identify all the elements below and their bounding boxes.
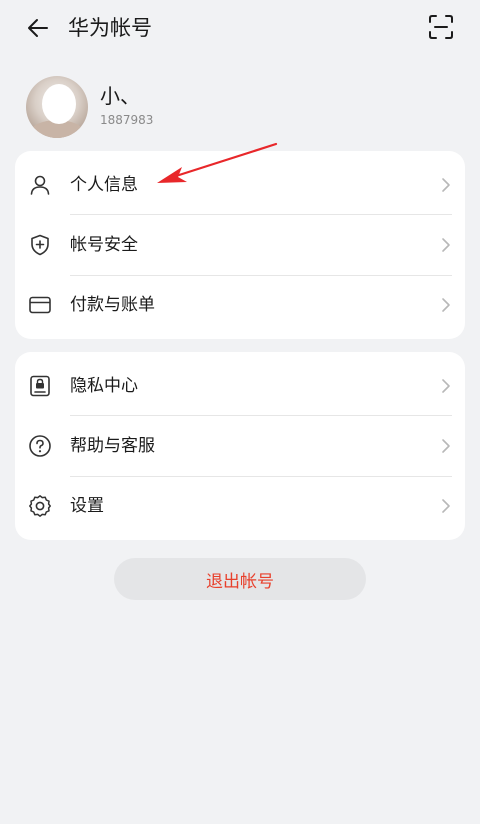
arrow-left-icon [28, 19, 48, 37]
chevron-right-icon [440, 438, 452, 454]
help-icon [28, 434, 52, 458]
card-icon [28, 293, 52, 317]
menu-item-settings[interactable]: 设置 [15, 476, 465, 536]
menu-item-payment-billing[interactable]: 付款与账单 [15, 275, 465, 335]
logout-label: 退出帐号 [206, 571, 274, 592]
profile-name: 小、 [100, 84, 140, 108]
account-settings-card: 个人信息 帐号安全 付款与账单 [15, 151, 465, 339]
avatar[interactable] [26, 76, 88, 138]
chevron-right-icon [440, 177, 452, 193]
page-title: 华为帐号 [68, 16, 152, 40]
chevron-right-icon [440, 297, 452, 313]
menu-item-label: 隐私中心 [70, 376, 138, 396]
back-button[interactable] [22, 12, 54, 44]
top-bar: 华为帐号 [0, 0, 480, 56]
profile-section[interactable]: 小、 1887983 [26, 76, 326, 140]
id-lock-icon [28, 374, 52, 398]
menu-item-label: 设置 [70, 496, 104, 516]
chevron-right-icon [440, 237, 452, 253]
profile-phone: 1887983 [100, 113, 154, 127]
person-icon [28, 173, 52, 197]
menu-item-account-security[interactable]: 帐号安全 [15, 215, 465, 275]
menu-item-help-support[interactable]: 帮助与客服 [15, 416, 465, 476]
menu-item-label: 个人信息 [70, 175, 138, 195]
shield-plus-icon [28, 233, 52, 257]
support-settings-card: 隐私中心 帮助与客服 设置 [15, 352, 465, 540]
chevron-right-icon [440, 378, 452, 394]
scan-icon [429, 15, 453, 39]
menu-item-label: 帮助与客服 [70, 436, 155, 456]
logout-button[interactable]: 退出帐号 [114, 558, 366, 600]
menu-item-personal-info[interactable]: 个人信息 [15, 155, 465, 215]
gear-icon [28, 494, 52, 518]
scan-button[interactable] [424, 10, 458, 44]
menu-item-label: 付款与账单 [70, 295, 155, 315]
menu-item-privacy-center[interactable]: 隐私中心 [15, 356, 465, 416]
chevron-right-icon [440, 498, 452, 514]
menu-item-label: 帐号安全 [70, 235, 138, 255]
avatar-blur-mask [42, 84, 76, 124]
